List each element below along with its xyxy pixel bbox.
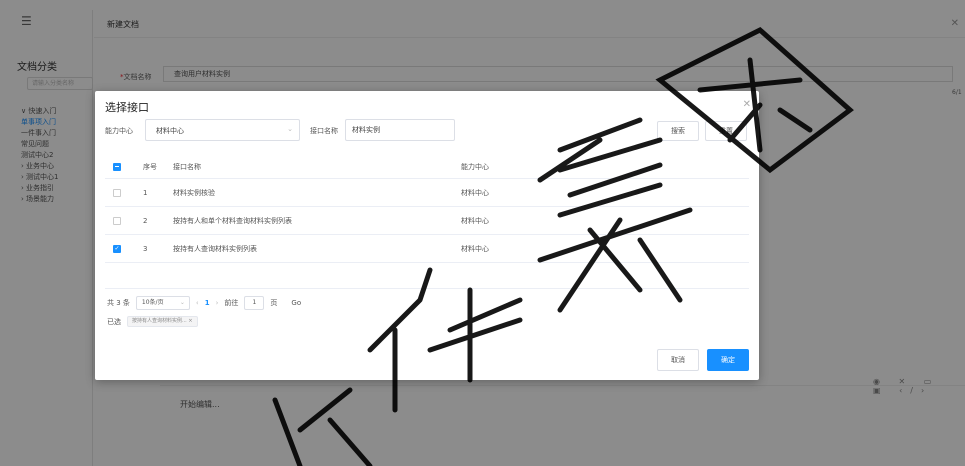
name-filter-label: 接口名称 <box>310 127 338 135</box>
center-select-value: 材料中心 <box>156 127 184 135</box>
table-header-row: 序号 接口名称 能力中心 <box>105 155 749 179</box>
header-center: 能力中心 <box>461 162 489 171</box>
reset-button[interactable]: 重置 <box>705 121 747 141</box>
row-checkbox[interactable]: ✓ <box>113 244 121 253</box>
row-name: 按持有人和单个材料查询材料实例列表 <box>173 216 292 225</box>
dialog-close-icon[interactable]: ✕ <box>743 99 751 110</box>
chevron-down-icon: ⌄ <box>179 299 185 306</box>
name-filter-input[interactable]: 材料实例 <box>345 119 455 141</box>
confirm-button[interactable]: 确定 <box>707 349 749 371</box>
center-filter-label: 能力中心 <box>105 127 133 135</box>
search-button[interactable]: 搜索 <box>657 121 699 141</box>
row-index: 1 <box>143 188 148 197</box>
goto-label: 前往 <box>224 299 239 307</box>
table-row[interactable]: 2 按持有人和单个材料查询材料实例列表 材料中心 <box>105 207 749 235</box>
row-center: 材料中心 <box>461 188 489 197</box>
cancel-button[interactable]: 取消 <box>657 349 699 371</box>
go-button[interactable]: Go <box>291 299 301 307</box>
dialog-title: 选择接口 <box>105 101 149 114</box>
goto-page-input[interactable]: 1 <box>244 296 265 310</box>
current-page[interactable]: 1 <box>205 299 210 307</box>
row-name: 按持有人查询材料实例列表 <box>173 244 257 253</box>
prev-page-button[interactable]: ‹ <box>196 299 199 307</box>
center-select[interactable]: 材料中心 ⌄ <box>145 119 300 141</box>
select-all-checkbox[interactable] <box>113 162 121 171</box>
page-size-select[interactable]: 10条/页 ⌄ <box>135 296 190 310</box>
row-center: 材料中心 <box>461 244 489 253</box>
header-name: 接口名称 <box>173 162 201 171</box>
selected-label: 已选 <box>107 317 121 326</box>
row-index: 2 <box>143 216 148 225</box>
pagination: 共 3 条 10条/页 ⌄ ‹ 1 › 前往 1 页 Go <box>107 296 307 310</box>
row-name: 材料实例核验 <box>173 188 215 197</box>
pager-total: 共 3 条 <box>107 299 130 307</box>
row-checkbox[interactable] <box>113 216 121 225</box>
selected-items: 已选 按持有人查询材料实例... × <box>107 316 198 327</box>
page-unit: 页 <box>270 299 278 307</box>
header-index: 序号 <box>143 162 157 171</box>
row-checkbox[interactable] <box>113 188 121 197</box>
table-row[interactable]: ✓ 3 按持有人查询材料实例列表 材料中心 <box>105 235 749 263</box>
interface-table: 序号 接口名称 能力中心 1 材料实例核验 材料中心 2 按持有人和单个材料查询… <box>105 155 749 289</box>
row-index: 3 <box>143 244 148 253</box>
chevron-down-icon: ⌄ <box>287 125 293 133</box>
table-row[interactable]: 1 材料实例核验 材料中心 <box>105 179 749 207</box>
select-interface-dialog: 选择接口 ✕ 能力中心 材料中心 ⌄ 接口名称 材料实例 搜索 重置 序号 接口… <box>95 91 759 380</box>
table-empty-row <box>105 263 749 289</box>
row-center: 材料中心 <box>461 216 489 225</box>
selected-tag[interactable]: 按持有人查询材料实例... × <box>127 316 198 327</box>
next-page-button[interactable]: › <box>216 299 219 307</box>
